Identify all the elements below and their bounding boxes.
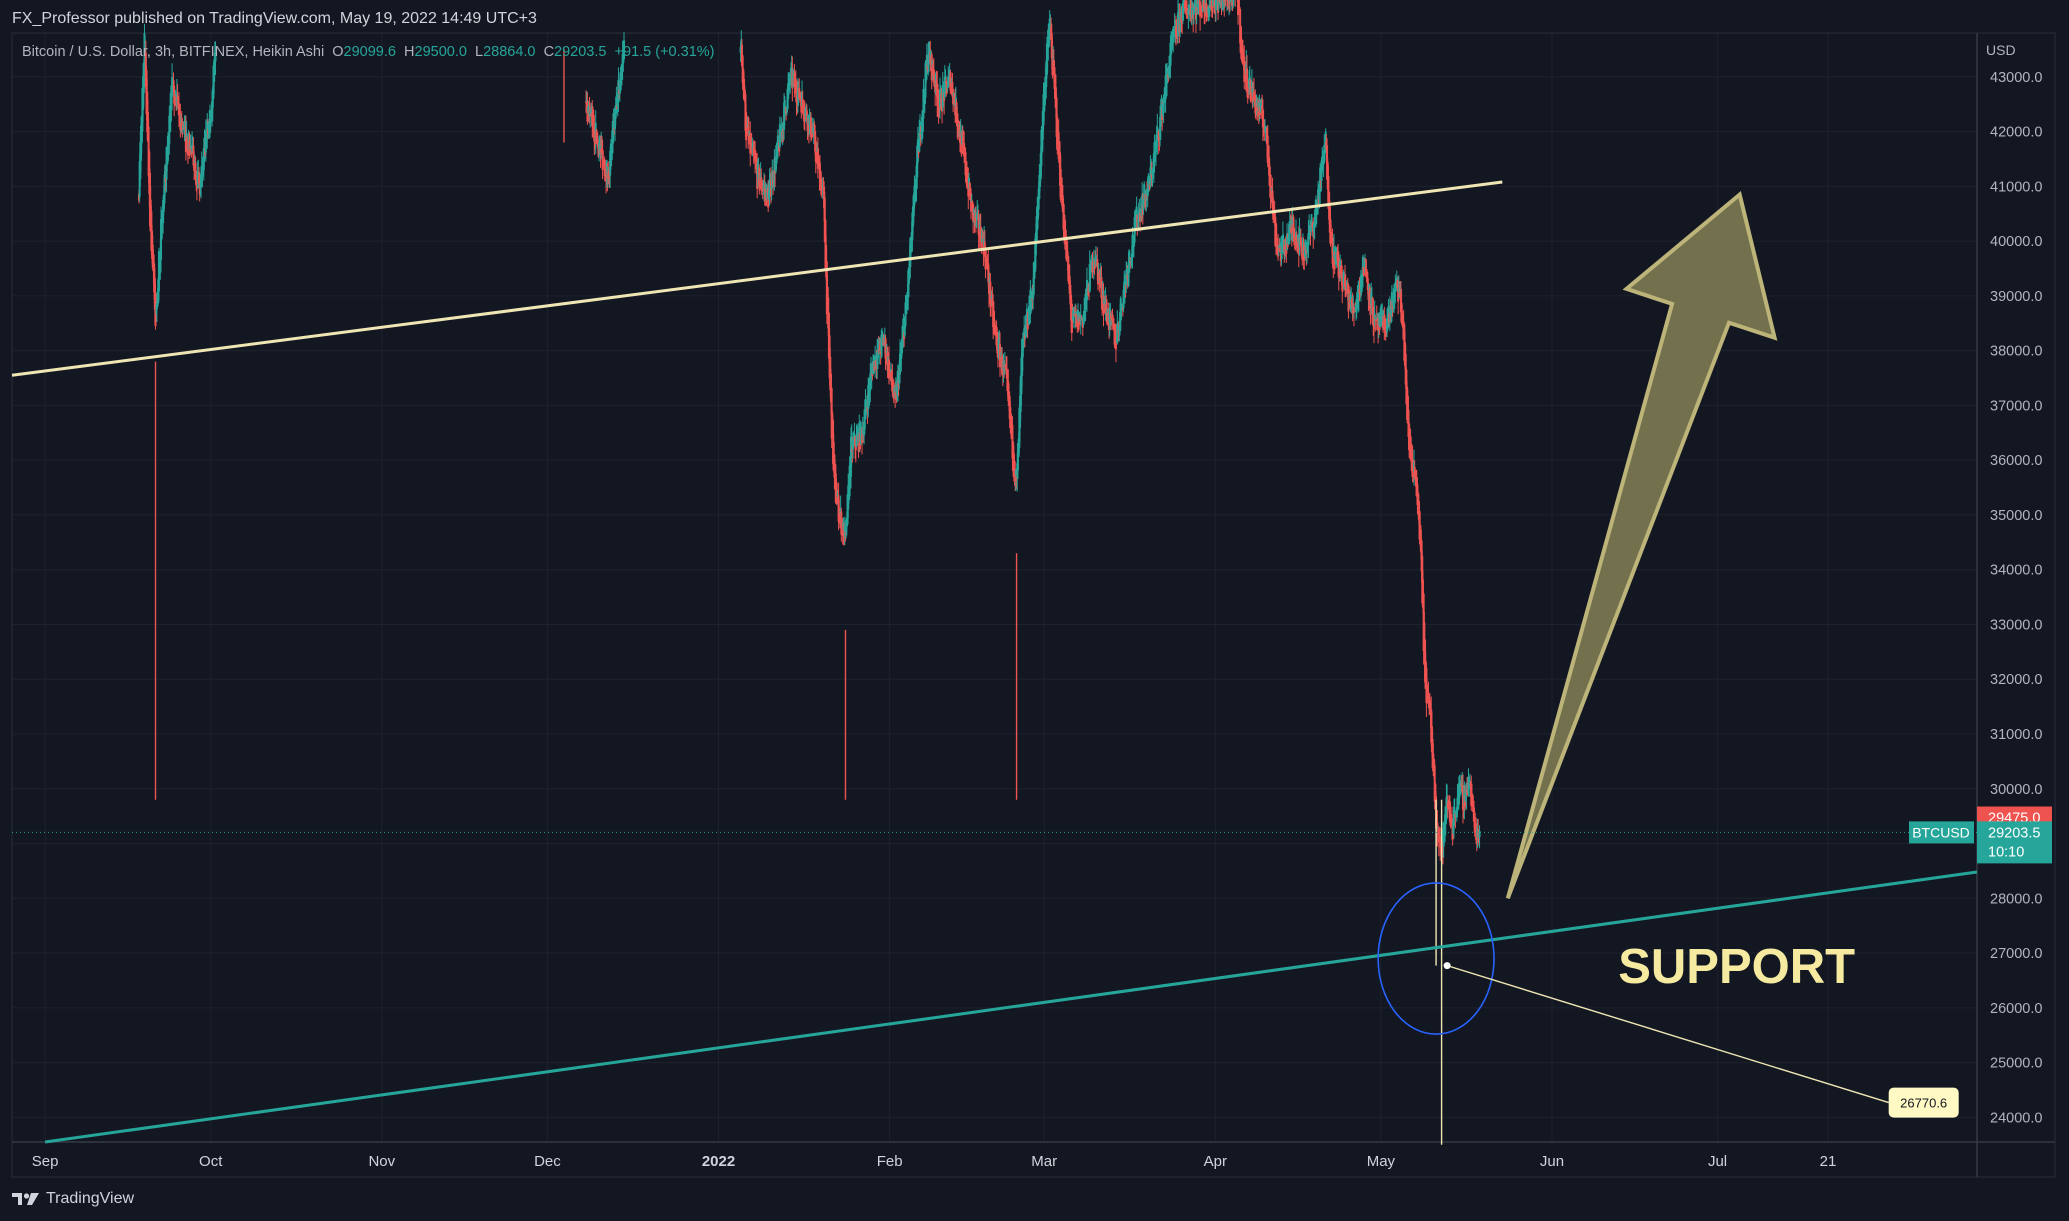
- tradingview-brand: TradingView: [46, 1190, 135, 1207]
- high-value: 29500.0: [414, 44, 467, 60]
- callout-anchor: [1443, 962, 1451, 970]
- y-tick-label: 42000.0: [1990, 125, 2042, 141]
- y-tick-label: 30000.0: [1990, 782, 2042, 798]
- x-tick-label: 21: [1820, 1153, 1837, 1170]
- price-chart[interactable]: 26770.6 SUPPORT 24000.0 25000.0 26000.0 2700…: [0, 0, 2069, 1221]
- x-tick-label: 2022: [702, 1153, 735, 1170]
- x-tick-label: Dec: [534, 1153, 561, 1170]
- candle: [1199, 0, 1202, 31]
- tradingview-logo-icon: [12, 1193, 39, 1205]
- y-tick-label: 26000.0: [1990, 1001, 2042, 1017]
- close-label: C: [543, 44, 555, 60]
- high-label: H: [404, 44, 415, 60]
- x-tick-label: Feb: [877, 1153, 903, 1170]
- low-label: L: [475, 44, 484, 60]
- open-label: O: [332, 44, 344, 60]
- x-tick-label: Jul: [1708, 1153, 1727, 1170]
- callout-label: 26770.6: [1900, 1096, 1947, 1111]
- symbol-marker-label: BTCUSD: [1912, 824, 1970, 840]
- y-tick-label: 34000.0: [1990, 563, 2042, 579]
- x-tick-label: Oct: [199, 1153, 223, 1170]
- candle: [1234, 0, 1236, 7]
- symbol-description: Bitcoin / U.S. Dollar, 3h, BITFINEX, Hei…: [22, 44, 325, 60]
- x-tick-label: May: [1367, 1153, 1396, 1170]
- y-tick-label: 27000.0: [1990, 946, 2042, 962]
- y-tick-label: 31000.0: [1990, 727, 2042, 743]
- x-tick-label: Mar: [1031, 1153, 1057, 1170]
- y-tick-label: 38000.0: [1990, 344, 2042, 360]
- support-annotation: SUPPORT: [1618, 940, 1855, 994]
- y-tick-label: 37000.0: [1990, 398, 2042, 414]
- tradingview-logo[interactable]: TradingView: [12, 1190, 134, 1208]
- y-tick-label: 25000.0: [1990, 1056, 2042, 1072]
- change-value: +91.5 (+0.31%): [614, 44, 715, 60]
- countdown-label: 10:10: [1988, 844, 2024, 860]
- y-tick-label: 36000.0: [1990, 453, 2042, 469]
- y-tick-label: 41000.0: [1990, 179, 2042, 195]
- open-value: 29099.6: [343, 44, 396, 60]
- y-tick-label: 39000.0: [1990, 289, 2042, 305]
- y-tick-label: 35000.0: [1990, 508, 2042, 524]
- y-tick-label: 24000.0: [1990, 1110, 2042, 1126]
- y-tick-label: 43000.0: [1990, 70, 2042, 86]
- x-tick-label: Jun: [1540, 1153, 1564, 1170]
- y-tick-label: 40000.0: [1990, 234, 2042, 250]
- currency-label: USD: [1986, 42, 2016, 58]
- y-tick-label: 33000.0: [1990, 617, 2042, 633]
- x-tick-label: Nov: [368, 1153, 395, 1170]
- low-value: 28864.0: [483, 44, 536, 60]
- x-tick-label: Apr: [1204, 1153, 1227, 1170]
- close-value: 29203.5: [554, 44, 607, 60]
- y-tick-label: 32000.0: [1990, 672, 2042, 688]
- chart-background: [12, 33, 2055, 1177]
- symbol-legend: Bitcoin / U.S. Dollar, 3h, BITFINEX, Hei…: [22, 44, 715, 60]
- last-price-label: 29203.5: [1988, 825, 2040, 841]
- y-tick-label: 28000.0: [1990, 891, 2042, 907]
- x-tick-label: Sep: [32, 1153, 59, 1170]
